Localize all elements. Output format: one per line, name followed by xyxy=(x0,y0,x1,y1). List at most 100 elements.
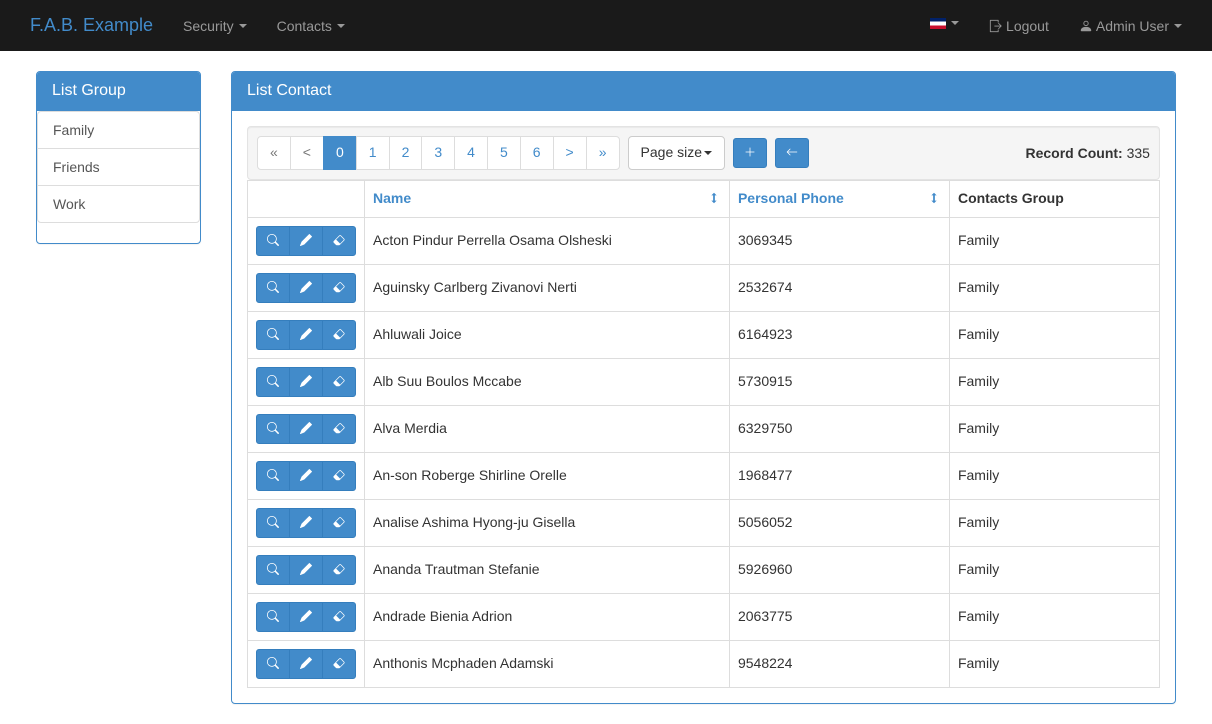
cell-phone: 6329750 xyxy=(729,405,949,452)
cell-phone: 5926960 xyxy=(729,546,949,593)
user-icon xyxy=(1079,19,1093,33)
user-menu[interactable]: Admin User xyxy=(1064,3,1197,49)
page-link[interactable]: 1 xyxy=(356,136,390,170)
cell-group: Family xyxy=(949,264,1159,311)
edit-button[interactable] xyxy=(289,649,323,679)
nav-security[interactable]: Security xyxy=(168,3,262,49)
edit-button[interactable] xyxy=(289,414,323,444)
cell-group: Family xyxy=(949,499,1159,546)
page-link[interactable]: > xyxy=(553,136,587,170)
show-button[interactable] xyxy=(256,273,290,303)
nav-contacts[interactable]: Contacts xyxy=(262,3,360,49)
cell-name: Andrade Bienia Adrion xyxy=(364,593,729,640)
show-button[interactable] xyxy=(256,226,290,256)
cell-phone: 5730915 xyxy=(729,358,949,405)
show-button[interactable] xyxy=(256,320,290,350)
delete-button[interactable] xyxy=(322,226,356,256)
edit-button[interactable] xyxy=(289,508,323,538)
edit-icon xyxy=(300,328,312,340)
page-link[interactable]: 3 xyxy=(421,136,455,170)
plus-icon xyxy=(744,146,756,158)
table-row: Aguinsky Carlberg Zivanovi Nerti2532674F… xyxy=(247,264,1159,311)
delete-button[interactable] xyxy=(322,367,356,397)
page-size-label: Page size xyxy=(641,144,702,160)
show-button[interactable] xyxy=(256,367,290,397)
delete-button[interactable] xyxy=(322,602,356,632)
search-icon xyxy=(267,281,279,293)
record-count: Record Count: 335 xyxy=(1026,145,1150,161)
page-link[interactable]: « xyxy=(257,136,291,170)
cell-phone: 5056052 xyxy=(729,499,949,546)
page-link[interactable]: » xyxy=(586,136,620,170)
brand-link[interactable]: F.A.B. Example xyxy=(15,0,168,51)
delete-button[interactable] xyxy=(322,649,356,679)
search-icon xyxy=(267,328,279,340)
back-button[interactable] xyxy=(775,138,809,168)
pagination: «<0123456>» xyxy=(257,136,620,170)
table-row: Anthonis Mcphaden Adamski9548224Family xyxy=(247,640,1159,687)
edit-button[interactable] xyxy=(289,461,323,491)
edit-button[interactable] xyxy=(289,555,323,585)
table-row: Ananda Trautman Stefanie5926960Family xyxy=(247,546,1159,593)
edit-button[interactable] xyxy=(289,367,323,397)
contacts-table: Name Personal Phone Contacts Group Acton… xyxy=(247,180,1160,688)
add-button[interactable] xyxy=(733,138,767,168)
page-link[interactable]: 4 xyxy=(454,136,488,170)
show-button[interactable] xyxy=(256,649,290,679)
delete-button[interactable] xyxy=(322,508,356,538)
cell-group: Family xyxy=(949,311,1159,358)
col-phone-link[interactable]: Personal Phone xyxy=(738,190,844,206)
sidebar-item-family[interactable]: Family xyxy=(37,111,200,149)
cell-name: Aguinsky Carlberg Zivanovi Nerti xyxy=(364,264,729,311)
cell-phone: 6164923 xyxy=(729,311,949,358)
sidebar-panel: List Group FamilyFriendsWork xyxy=(36,71,201,244)
page-link[interactable]: < xyxy=(290,136,324,170)
edit-button[interactable] xyxy=(289,602,323,632)
edit-button[interactable] xyxy=(289,226,323,256)
table-row: Alva Merdia6329750Family xyxy=(247,405,1159,452)
page-link[interactable]: 6 xyxy=(520,136,554,170)
delete-button[interactable] xyxy=(322,414,356,444)
erase-icon xyxy=(333,657,345,669)
show-button[interactable] xyxy=(256,508,290,538)
logout-link[interactable]: Logout xyxy=(974,3,1064,49)
delete-button[interactable] xyxy=(322,461,356,491)
sidebar-item-friends[interactable]: Friends xyxy=(37,148,200,186)
table-row: Analise Ashima Hyong-ju Gisella5056052Fa… xyxy=(247,499,1159,546)
cell-group: Family xyxy=(949,405,1159,452)
cell-group: Family xyxy=(949,452,1159,499)
col-phone[interactable]: Personal Phone xyxy=(729,180,949,217)
col-name[interactable]: Name xyxy=(364,180,729,217)
col-group[interactable]: Contacts Group xyxy=(949,180,1159,217)
show-button[interactable] xyxy=(256,461,290,491)
page-size-button[interactable]: Page size xyxy=(628,136,725,170)
show-button[interactable] xyxy=(256,602,290,632)
caret-icon xyxy=(1174,24,1182,28)
language-selector[interactable] xyxy=(915,3,974,44)
page-link[interactable]: 2 xyxy=(389,136,423,170)
table-row: Acton Pindur Perrella Osama Olsheski3069… xyxy=(247,217,1159,264)
page-link[interactable]: 5 xyxy=(487,136,521,170)
delete-button[interactable] xyxy=(322,320,356,350)
show-button[interactable] xyxy=(256,555,290,585)
sort-icon[interactable] xyxy=(927,189,941,209)
main-title: List Contact xyxy=(232,72,1175,111)
erase-icon xyxy=(333,375,345,387)
search-icon xyxy=(267,657,279,669)
edit-button[interactable] xyxy=(289,320,323,350)
show-button[interactable] xyxy=(256,414,290,444)
erase-icon xyxy=(333,281,345,293)
sidebar-item-work[interactable]: Work xyxy=(37,185,200,223)
sort-icon[interactable] xyxy=(707,189,721,209)
page-link[interactable]: 0 xyxy=(323,136,357,170)
cell-phone: 2532674 xyxy=(729,264,949,311)
edit-icon xyxy=(300,657,312,669)
search-icon xyxy=(267,375,279,387)
cell-group: Family xyxy=(949,546,1159,593)
col-name-link[interactable]: Name xyxy=(373,190,411,206)
edit-button[interactable] xyxy=(289,273,323,303)
search-icon xyxy=(267,234,279,246)
search-icon xyxy=(267,469,279,481)
delete-button[interactable] xyxy=(322,555,356,585)
delete-button[interactable] xyxy=(322,273,356,303)
